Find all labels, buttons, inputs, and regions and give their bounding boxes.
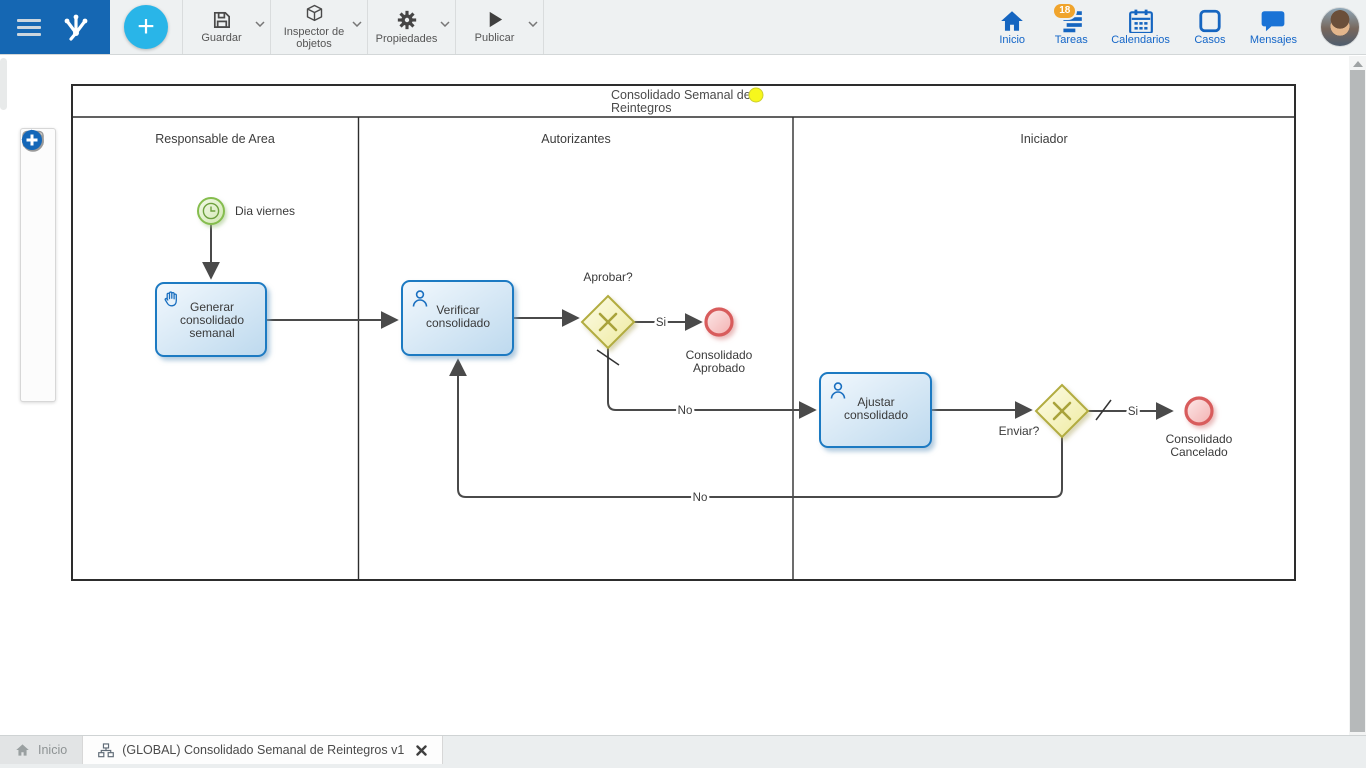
more-shapes-tool[interactable] [21, 367, 55, 401]
task-verificar-consolidado[interactable]: Verificar consolidado [402, 281, 513, 355]
task-label: consolidado [180, 313, 244, 327]
top-nav: Inicio 18 Tareas [993, 0, 1366, 54]
scroll-up-button[interactable] [1349, 56, 1366, 71]
save-label: Guardar [201, 32, 241, 45]
lane-label-autorizantes: Autorizantes [541, 132, 610, 146]
brand-block [0, 0, 110, 54]
toolbar-button-group: Guardar Inspector de objetos [182, 0, 544, 54]
edge-label-no: No [693, 492, 708, 504]
top-toolbar: + Guardar Inspector de objetos [0, 0, 1366, 55]
timer-start-event[interactable]: Dia viernes [198, 198, 295, 224]
publish-label: Publicar [475, 32, 515, 45]
end-event-label: Aprobado [693, 361, 745, 375]
flow-enviar-no[interactable] [458, 360, 1062, 497]
tab-inicio[interactable]: Inicio [0, 736, 82, 764]
home-icon [15, 743, 30, 757]
task-label: consolidado [844, 408, 908, 422]
chevron-down-icon[interactable] [352, 21, 362, 27]
lane-label-responsable: Responsable de Area [155, 132, 275, 146]
app-logo-icon[interactable] [59, 10, 93, 44]
end-event-tool[interactable] [21, 231, 55, 265]
task-generar-consolidado[interactable]: Generar consolidado semanal [156, 283, 266, 356]
calendar-icon [1128, 9, 1154, 33]
nav-label: Tareas [1055, 34, 1088, 46]
save-icon [211, 9, 232, 30]
task-label: Generar [190, 300, 234, 314]
edge-label-si: Si [656, 317, 666, 329]
nav-item-mensajes[interactable]: Mensajes [1250, 9, 1297, 46]
add-new-button[interactable]: + [124, 5, 168, 49]
nav-label: Inicio [999, 34, 1025, 46]
cube-icon [304, 3, 325, 24]
diagram-canvas[interactable]: Consolidado Semanal de Reintegros Respon… [0, 56, 1349, 735]
start-event-tool[interactable] [21, 197, 55, 231]
messages-icon [1260, 9, 1286, 33]
nav-label: Mensajes [1250, 34, 1297, 46]
task-label: semanal [189, 326, 234, 340]
gateway-label: Enviar? [999, 424, 1040, 438]
nav-item-calendarios[interactable]: Calendarios [1111, 9, 1170, 46]
nav-label: Casos [1194, 34, 1225, 46]
publish-button[interactable]: Publicar [456, 0, 544, 54]
edge-label-si: Si [1128, 406, 1138, 418]
timer-label: Dia viernes [235, 204, 295, 218]
gateway-aprobar[interactable]: Aprobar? [582, 270, 634, 348]
object-inspector-button[interactable]: Inspector de objetos [271, 0, 368, 54]
properties-button[interactable]: Propiedades [368, 0, 456, 54]
chevron-down-icon[interactable] [528, 21, 538, 27]
pool-title-line1: Consolidado Semanal de [611, 88, 751, 102]
scrollbar-thumb[interactable] [1350, 70, 1365, 732]
status-dot-icon [749, 88, 763, 102]
nav-item-casos[interactable]: Casos [1191, 9, 1229, 46]
end-event-label: Consolidado [1166, 432, 1233, 446]
task-label: Ajustar [857, 395, 894, 409]
gateway-tool[interactable] [21, 299, 55, 333]
task-ajustar-consolidado[interactable]: Ajustar consolidado [820, 373, 931, 447]
process-diagram-icon [98, 743, 114, 758]
gateway-enviar[interactable]: Enviar? [999, 385, 1088, 438]
gear-icon [396, 9, 418, 31]
tab-label: (GLOBAL) Consolidado Semanal de Reintegr… [122, 743, 404, 757]
properties-label: Propiedades [376, 33, 438, 46]
end-event-aprobado[interactable]: Consolidado Aprobado [686, 309, 753, 375]
save-button[interactable]: Guardar [183, 0, 271, 54]
nav-label: Calendarios [1111, 34, 1170, 46]
sequence-flow-tool[interactable] [21, 163, 55, 197]
vertical-scrollbar[interactable] [1349, 56, 1366, 735]
connector-tool[interactable] [21, 333, 55, 367]
edge-label-no: No [678, 405, 693, 417]
nav-item-inicio[interactable]: Inicio [993, 9, 1031, 46]
home-icon [999, 9, 1025, 33]
plus-icon [21, 129, 43, 151]
play-icon [484, 9, 505, 30]
sequence-flows[interactable]: Si No Si No [211, 225, 1172, 504]
task-label: Verificar [436, 303, 479, 317]
nav-item-tareas[interactable]: 18 Tareas [1052, 9, 1090, 46]
tab-label: Inicio [38, 743, 67, 757]
bpmn-diagram: Consolidado Semanal de Reintegros Respon… [0, 56, 1349, 735]
hamburger-menu-icon[interactable] [17, 19, 41, 36]
tareas-badge: 18 [1054, 4, 1075, 18]
task-tool[interactable] [21, 265, 55, 299]
end-event-label: Cancelado [1170, 445, 1228, 459]
cases-icon [1197, 9, 1223, 33]
lane-label-iniciador: Iniciador [1020, 132, 1067, 146]
end-event-cancelado[interactable]: Consolidado Cancelado [1166, 398, 1233, 459]
chevron-down-icon[interactable] [255, 21, 265, 27]
pool-title-line2: Reintegros [611, 101, 671, 115]
gateway-label: Aprobar? [583, 270, 633, 284]
scroll-up-arrow-icon [1353, 61, 1363, 67]
task-label: consolidado [426, 316, 490, 330]
chevron-down-icon[interactable] [440, 21, 450, 27]
object-inspector-label: Inspector de objetos [277, 26, 351, 51]
end-event-label: Consolidado [686, 348, 753, 362]
user-avatar[interactable] [1320, 7, 1360, 47]
tab-process-global[interactable]: (GLOBAL) Consolidado Semanal de Reintegr… [82, 736, 443, 764]
shape-palette [20, 128, 56, 402]
bottom-tab-bar: Inicio (GLOBAL) Consolidado Semanal de R… [0, 735, 1366, 768]
tab-close-icon[interactable] [416, 745, 427, 756]
